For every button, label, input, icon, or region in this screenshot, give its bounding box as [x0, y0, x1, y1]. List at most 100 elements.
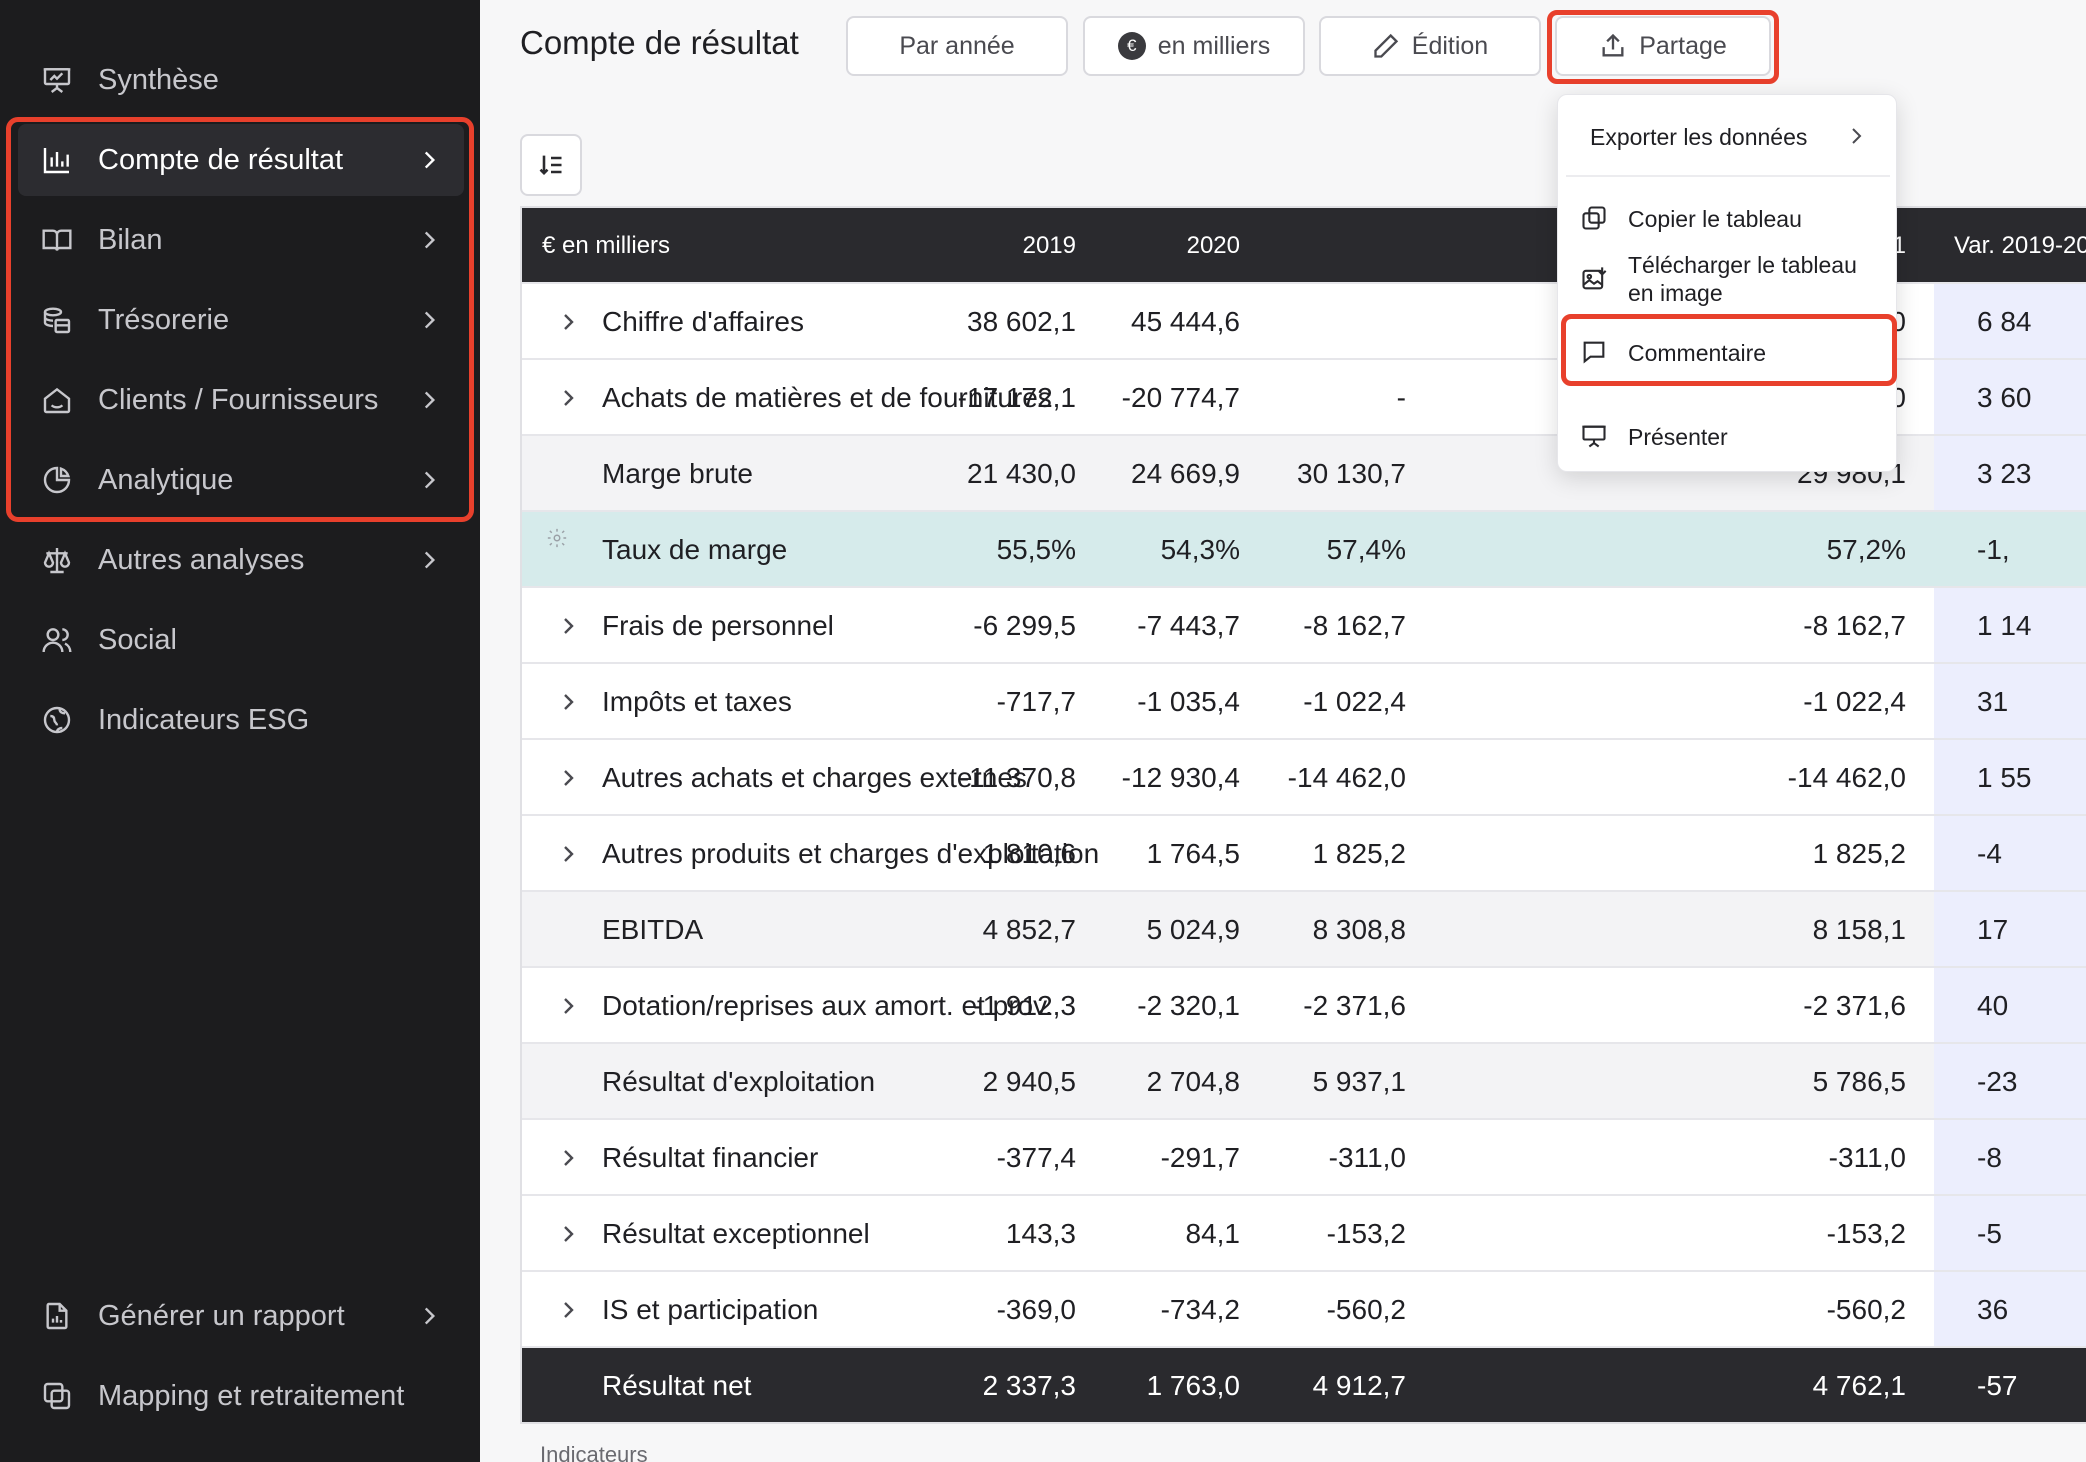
sidebar-item-social[interactable]: Social: [18, 604, 464, 676]
sidebar-item-generer-rapport[interactable]: Générer un rapport: [18, 1280, 464, 1352]
row-label: IS et participation: [602, 1294, 819, 1325]
cell-2020: -2 320,1: [1137, 990, 1240, 1021]
cell-col4: -311,0: [1828, 1142, 1906, 1173]
row-label: Frais de personnel: [602, 610, 834, 641]
table-row[interactable]: Autres produits et charges d'exploitatio…: [522, 814, 2086, 890]
commentaire-highlight-box: [1561, 314, 1897, 386]
cell-col4: 4 762,1: [1812, 1370, 1906, 1401]
cell-col4: -2 371,6: [1803, 990, 1906, 1021]
menu-divider: [1566, 175, 1890, 177]
cell-col3: 57,4%: [1326, 534, 1406, 565]
cell-var: 40: [1977, 990, 2009, 1021]
cell-col4: -1 022,4: [1803, 686, 1906, 717]
sidebar-highlight-box: [6, 117, 474, 522]
cell-2020: -12 930,4: [1121, 762, 1240, 793]
cell-var: 17: [1977, 914, 2009, 945]
chevron-right-icon[interactable]: [556, 384, 580, 412]
cell-var: -4: [1977, 838, 2002, 869]
image-download-icon: [1580, 265, 1610, 295]
cell-var: 3 23: [1977, 458, 2032, 489]
chevron-right-icon[interactable]: [556, 992, 580, 1020]
sidebar: Synthèse Compte de résultat Bilan Trésor…: [0, 0, 480, 1462]
cell-col3: -8 162,7: [1303, 610, 1406, 641]
sidebar-item-indicateurs-esg[interactable]: Indicateurs ESG: [18, 684, 464, 756]
cell-col3: 30 130,7: [1297, 458, 1406, 489]
cell-col4: 1 825,2: [1812, 838, 1906, 869]
menu-copy-table[interactable]: Copier le tableau: [1558, 197, 1898, 241]
menu-present[interactable]: Présenter: [1558, 415, 1898, 459]
euro-icon: €: [1117, 32, 1146, 60]
table-row[interactable]: IS et participation -369,0 -734,2 -560,2 -56…: [522, 1270, 2086, 1346]
cell-col4: -8 162,7: [1803, 610, 1906, 641]
table-row[interactable]: Autres achats et charges externes -11 370…: [522, 738, 2086, 814]
leaf-globe-icon: [40, 703, 74, 737]
chevron-right-icon[interactable]: [556, 840, 580, 868]
cell-2020: -7 443,7: [1137, 610, 1240, 641]
var-column-cell: [1934, 816, 2086, 890]
header-var: Var. 2019-20: [1954, 232, 2086, 259]
chevron-right-icon[interactable]: [556, 1144, 580, 1172]
copy-icon: [1580, 204, 1610, 234]
users-icon: [40, 623, 74, 657]
cell-2020: 54,3%: [1160, 534, 1240, 565]
cell-col3: 8 308,8: [1312, 914, 1406, 945]
row-label: Taux de marge: [602, 534, 788, 565]
chevron-right-icon[interactable]: [556, 308, 580, 336]
cell-var: 31: [1977, 686, 2009, 717]
cell-var: 6 84: [1977, 306, 2032, 337]
sidebar-item-autres-analyses[interactable]: Autres analyses: [18, 524, 464, 596]
table-row: Résultat net 2 337,3 1 763,0 4 912,7 4 762,1…: [522, 1346, 2086, 1422]
cell-col4: -14 462,0: [1787, 762, 1906, 793]
menu-download-image[interactable]: Télécharger le tableau en image: [1558, 251, 1898, 315]
en-milliers-button[interactable]: € en milliers: [1083, 16, 1305, 76]
row-label: Résultat net: [602, 1370, 752, 1401]
row-label: Impôts et taxes: [602, 686, 792, 717]
cell-col3: 4 912,7: [1312, 1370, 1406, 1401]
chevron-right-icon[interactable]: [556, 764, 580, 792]
par-annee-button[interactable]: Par année: [846, 16, 1068, 76]
table-row[interactable]: Frais de personnel -6 299,5 -7 443,7 -8 162…: [522, 586, 2086, 662]
cell-2019: -11 370,8: [959, 762, 1076, 793]
cell-col3: -153,2: [1326, 1218, 1406, 1249]
cell-2020: 45 444,6: [1131, 306, 1240, 337]
sidebar-item-synthese[interactable]: Synthèse: [18, 44, 464, 116]
chevron-right-icon[interactable]: [556, 688, 580, 716]
cell-2020: -291,7: [1160, 1142, 1240, 1173]
var-column-cell: [1934, 1196, 2086, 1270]
cell-2020: 1 763,0: [1146, 1370, 1240, 1401]
gear-icon[interactable]: [546, 524, 568, 548]
cell-2020: -734,2: [1160, 1294, 1240, 1325]
chevron-right-icon[interactable]: [556, 612, 580, 640]
table-row[interactable]: Résultat financier -377,4 -291,7 -311,0 -311…: [522, 1118, 2086, 1194]
cell-col4: -560,2: [1826, 1294, 1906, 1325]
share-dropdown-menu: Exporter les données Copier le tableau T…: [1557, 94, 1897, 472]
edition-button[interactable]: Édition: [1319, 16, 1541, 76]
cell-2019: 2 337,3: [982, 1370, 1076, 1401]
cell-var: 1 14: [1977, 610, 2032, 641]
chevron-right-icon: [416, 1303, 442, 1329]
cell-col4: 8 158,1: [1812, 914, 1906, 945]
chevron-right-icon[interactable]: [556, 1220, 580, 1248]
cell-col3: -: [1396, 382, 1406, 413]
cell-2019: 55,5%: [996, 534, 1076, 565]
cell-2020: -20 774,7: [1121, 382, 1240, 413]
table-row[interactable]: Dotation/reprises aux amort. et prov. -1 …: [522, 966, 2086, 1042]
cell-col3: -2 371,6: [1303, 990, 1406, 1021]
sort-button[interactable]: [520, 134, 582, 196]
cell-2019: 1 810,6: [982, 838, 1076, 869]
table-row[interactable]: Résultat exceptionnel 143,3 84,1 -153,2 -153…: [522, 1194, 2086, 1270]
report-icon: [40, 1299, 74, 1333]
cell-2019: 143,3: [1005, 1218, 1076, 1249]
row-label: Résultat exceptionnel: [602, 1218, 870, 1249]
cell-col4: 5 786,5: [1812, 1066, 1906, 1097]
table-row[interactable]: Impôts et taxes -717,7 -1 035,4 -1 022,4 -1 …: [522, 662, 2086, 738]
cell-col3: 1 825,2: [1312, 838, 1406, 869]
cell-2019: -717,7: [996, 686, 1076, 717]
cell-2019: 4 852,7: [982, 914, 1076, 945]
menu-export-data[interactable]: Exporter les données: [1558, 115, 1898, 159]
sidebar-item-mapping[interactable]: Mapping et retraitement: [18, 1360, 464, 1432]
cell-col3: -1 022,4: [1303, 686, 1406, 717]
chevron-right-icon[interactable]: [556, 1296, 580, 1324]
layers-icon: [40, 1379, 74, 1413]
chevron-right-icon: [416, 547, 442, 573]
